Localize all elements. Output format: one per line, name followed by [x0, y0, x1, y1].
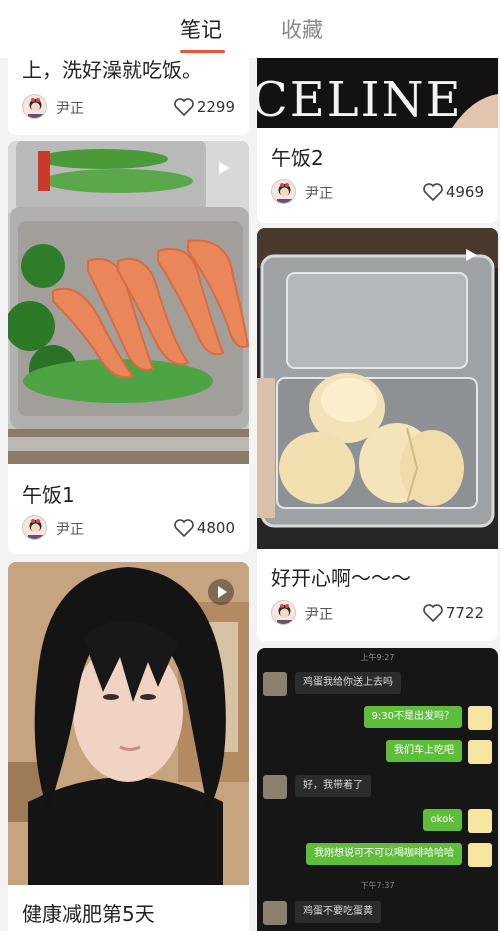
note-meta: 尹正 4800	[22, 515, 235, 541]
heart-icon	[423, 604, 443, 623]
note-title: 好开心啊～～～	[271, 566, 411, 590]
note-title: 上，洗好澡就吃饭。	[22, 58, 202, 82]
like-count: 2299	[196, 98, 235, 116]
chat-message-right: okok	[263, 809, 492, 833]
chat-avatar-photo	[263, 901, 287, 925]
author-name[interactable]: 尹正	[56, 519, 84, 539]
chat-timestamp: 上午9:27	[360, 653, 395, 662]
tab-notes[interactable]: 笔记	[180, 14, 222, 44]
note-card[interactable]: 午饭1 尹正 4800	[8, 141, 249, 554]
note-title: 健康减肥第5天	[22, 902, 155, 926]
like-button[interactable]: 4969	[394, 181, 484, 205]
tab-favorites[interactable]: 收藏	[281, 14, 323, 44]
video-play-icon	[466, 249, 477, 261]
note-thumbnail: 上午9:27 鸡蛋我给你送上去吗 9:30不是出发吗？ 我们车上吃吧 好，我带着…	[257, 648, 498, 931]
author-avatar[interactable]	[271, 179, 296, 204]
note-thumbnail: CELINE	[257, 58, 498, 128]
chat-bubble: okok	[422, 809, 462, 831]
author-name[interactable]: 尹正	[56, 98, 84, 118]
note-title: 午饭2	[271, 146, 324, 170]
chat-bubble: 好，我带着了	[295, 775, 371, 797]
note-card[interactable]: 健康减肥第5天	[8, 562, 249, 931]
chat-message-right: 我刚想说可不可以喝咖啡哈哈哈	[263, 843, 492, 867]
chat-message-left: 鸡蛋不要吃蛋黄	[263, 901, 492, 925]
note-meta: 尹正 2299	[22, 94, 235, 120]
note-meta: 尹正 4969	[271, 179, 484, 205]
chat-bubble: 我刚想说可不可以喝咖啡哈哈哈	[306, 843, 462, 865]
like-button[interactable]: 2299	[145, 96, 235, 120]
chat-avatar-emoji	[468, 706, 492, 730]
heart-icon	[174, 98, 194, 117]
chat-bubble: 鸡蛋不要吃蛋黄	[295, 901, 381, 923]
chat-avatar-emoji	[468, 740, 492, 764]
chat-avatar-photo	[263, 672, 287, 696]
note-thumbnail	[8, 141, 249, 464]
note-meta: 尹正 7722	[271, 600, 484, 626]
chat-bubble: 鸡蛋我给你送上去吗	[295, 672, 401, 694]
like-count: 7722	[445, 604, 484, 622]
chat-message-left: 鸡蛋我给你送上去吗	[263, 672, 492, 696]
note-card[interactable]: 上，洗好澡就吃饭。 尹正 2299	[8, 58, 249, 135]
note-card[interactable]: CELINE 午饭2 尹正 4969	[257, 58, 498, 223]
like-button[interactable]: 7722	[394, 602, 484, 626]
chat-avatar-photo	[263, 775, 287, 799]
like-count: 4969	[445, 183, 484, 201]
heart-icon	[174, 519, 194, 538]
author-avatar[interactable]	[271, 600, 296, 625]
active-tab-indicator	[180, 50, 225, 53]
top-tab-bar: 笔记 收藏	[0, 0, 500, 58]
chat-message-right: 9:30不是出发吗？	[263, 706, 492, 730]
chat-bubble: 我们车上吃吧	[386, 740, 462, 762]
chat-message-right: 我们车上吃吧	[263, 740, 492, 764]
like-count: 4800	[196, 519, 235, 537]
author-name[interactable]: 尹正	[305, 604, 333, 624]
video-play-icon	[219, 162, 230, 174]
note-thumbnail	[8, 562, 249, 885]
note-card[interactable]: 上午9:27 鸡蛋我给你送上去吗 9:30不是出发吗？ 我们车上吃吧 好，我带着…	[257, 648, 498, 931]
note-title: 午饭1	[22, 483, 75, 507]
note-card[interactable]: 好开心啊～～～ 尹正 7722	[257, 228, 498, 641]
shirt-lettering: CELINE	[257, 72, 463, 128]
chat-timestamp: 下午7:37	[360, 881, 395, 890]
author-avatar[interactable]	[22, 515, 47, 540]
heart-icon	[423, 183, 443, 202]
chat-message-left: 好，我带着了	[263, 775, 492, 799]
author-avatar[interactable]	[22, 94, 47, 119]
note-thumbnail	[257, 228, 498, 549]
video-play-icon	[208, 579, 234, 605]
chat-bubble: 9:30不是出发吗？	[363, 706, 462, 728]
author-name[interactable]: 尹正	[305, 183, 333, 203]
chat-avatar-emoji	[468, 809, 492, 833]
like-button[interactable]: 4800	[145, 517, 235, 541]
chat-avatar-emoji	[468, 843, 492, 867]
